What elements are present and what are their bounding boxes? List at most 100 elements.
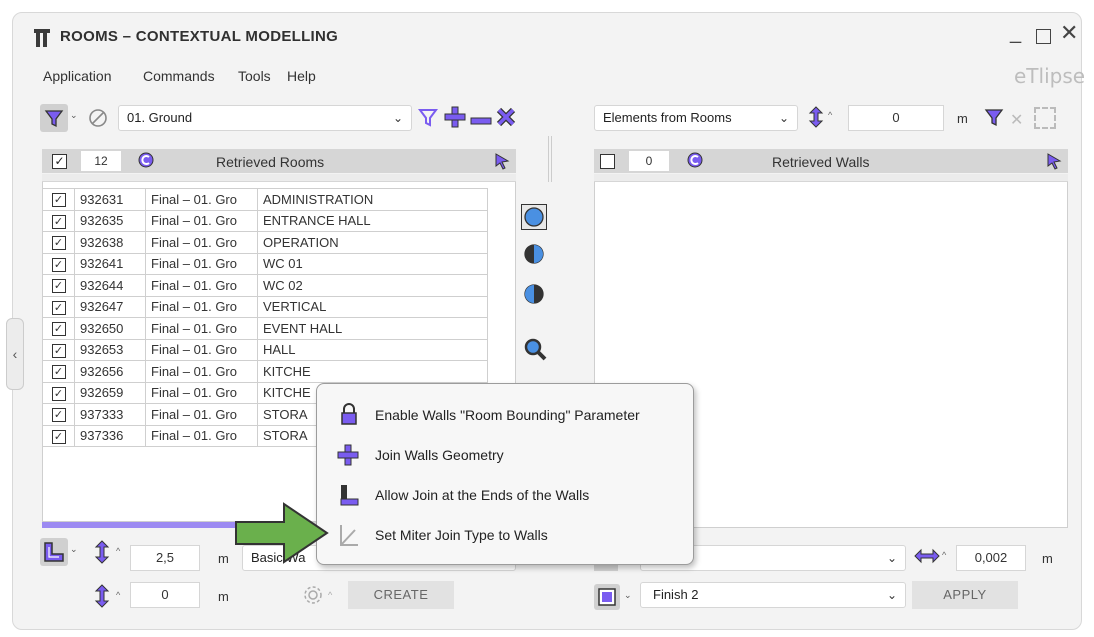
collapse-panel-handle[interactable]: ‹ xyxy=(6,318,24,390)
chevron-icon[interactable]: ^ xyxy=(328,590,332,600)
no-filter-icon[interactable] xyxy=(88,108,108,131)
context-menu: Enable Walls "Room Bounding" Parameter J… xyxy=(316,383,694,565)
row-checkbox-cell[interactable]: ✓ xyxy=(42,188,75,211)
close-icon[interactable]: ✕ xyxy=(1060,20,1078,46)
app-logo xyxy=(34,29,50,47)
room-id: 932635 xyxy=(74,209,146,232)
annotation-arrow xyxy=(234,502,330,567)
half-right-icon[interactable] xyxy=(523,283,545,308)
row-checkbox-cell[interactable]: ✓ xyxy=(42,381,75,404)
cursor-select-icon[interactable] xyxy=(1046,152,1062,173)
gear-icon[interactable] xyxy=(302,584,324,609)
minimize-icon[interactable]: _ xyxy=(1010,22,1021,45)
row-checkbox-cell[interactable]: ✓ xyxy=(42,252,75,275)
refresh-icon[interactable] xyxy=(137,151,155,172)
row-checkbox[interactable]: ✓ xyxy=(51,343,66,358)
context-item-enable-room-bounding[interactable]: Enable Walls "Room Bounding" Parameter xyxy=(375,407,640,423)
filter-button[interactable] xyxy=(40,104,68,132)
filter-icon[interactable] xyxy=(984,107,1004,132)
row-checkbox-cell[interactable]: ✓ xyxy=(42,231,75,254)
row-checkbox-cell[interactable]: ✓ xyxy=(42,317,75,340)
finish-select[interactable]: Finish 2 ⌄ xyxy=(640,582,906,608)
tolerance-field[interactable]: 0,002 xyxy=(956,545,1026,571)
row-checkbox-cell[interactable]: ✓ xyxy=(42,209,75,232)
row-checkbox[interactable]: ✓ xyxy=(51,279,66,294)
menu-application[interactable]: Application xyxy=(43,68,112,84)
spinner-icon[interactable]: ^ xyxy=(942,550,946,560)
level-select[interactable]: 01. Ground ⌄ xyxy=(118,105,412,131)
table-row[interactable]: ✓ 932656 Final – 01. Gro KITCHE xyxy=(42,360,488,383)
table-row[interactable]: ✓ 932644 Final – 01. Gro WC 02 xyxy=(42,274,488,297)
row-checkbox[interactable]: ✓ xyxy=(51,365,66,380)
row-checkbox-cell[interactable]: ✓ xyxy=(42,274,75,297)
remove-icon[interactable] xyxy=(470,113,492,128)
row-checkbox[interactable]: ✓ xyxy=(51,429,66,444)
table-row[interactable]: ✓ 932653 Final – 01. Gro HALL xyxy=(42,338,488,361)
row-checkbox[interactable]: ✓ xyxy=(51,408,66,423)
context-item-miter-join[interactable]: Set Miter Join Type to Walls xyxy=(375,527,548,543)
row-checkbox[interactable]: ✓ xyxy=(51,236,66,251)
row-checkbox[interactable]: ✓ xyxy=(51,322,66,337)
chevron-down-icon: ⌄ xyxy=(392,111,403,125)
chevron-down-icon[interactable]: ⌄ xyxy=(70,544,78,555)
row-checkbox[interactable]: ✓ xyxy=(51,257,66,272)
source-select-value: Elements from Rooms xyxy=(603,110,732,125)
zoom-icon[interactable] xyxy=(522,336,548,365)
spinner-icon[interactable]: ^ xyxy=(116,590,120,600)
select-all-rooms-checkbox[interactable]: ✓ xyxy=(52,154,67,169)
cursor-select-icon[interactable] xyxy=(494,152,510,173)
row-checkbox[interactable]: ✓ xyxy=(51,386,66,401)
table-row[interactable]: ✓ 932635 Final – 01. Gro ENTRANCE HALL xyxy=(42,209,488,232)
source-select[interactable]: Elements from Rooms ⌄ xyxy=(594,105,798,131)
rooms-count: 12 xyxy=(80,150,122,172)
height-icon xyxy=(94,540,110,567)
add-icon[interactable] xyxy=(444,106,466,131)
row-checkbox-cell[interactable]: ✓ xyxy=(42,360,75,383)
select-all-walls-checkbox[interactable] xyxy=(600,154,615,169)
spinner-icon[interactable]: ^ xyxy=(116,546,120,556)
table-row[interactable]: ✓ 932641 Final – 01. Gro WC 01 xyxy=(42,252,488,275)
row-checkbox-cell[interactable]: ✓ xyxy=(42,295,75,318)
right-offset-field[interactable]: 0 xyxy=(848,105,944,131)
menu-commands[interactable]: Commands xyxy=(143,68,215,84)
table-row[interactable]: ✓ 932631 Final – 01. Gro ADMINISTRATION xyxy=(42,188,488,211)
maximize-icon[interactable] xyxy=(1036,29,1051,44)
table-row[interactable]: ✓ 932647 Final – 01. Gro VERTICAL xyxy=(42,295,488,318)
room-name: KITCHE xyxy=(257,360,488,383)
base-offset-field[interactable]: 0 xyxy=(130,582,200,608)
clear-icon[interactable] xyxy=(496,107,516,130)
apply-button[interactable]: APPLY xyxy=(912,581,1018,609)
level-select-value: 01. Ground xyxy=(127,110,193,125)
room-phase: Final – 01. Gro xyxy=(145,274,258,297)
half-left-icon[interactable] xyxy=(523,243,545,268)
finish-button[interactable] xyxy=(594,584,620,610)
refresh-icon[interactable] xyxy=(686,151,704,172)
menu-tools[interactable]: Tools xyxy=(238,68,271,84)
row-checkbox[interactable]: ✓ xyxy=(51,300,66,315)
table-row[interactable]: ✓ 932638 Final – 01. Gro OPERATION xyxy=(42,231,488,254)
wall-height-field[interactable]: 2,5 xyxy=(130,545,200,571)
clear-icon[interactable]: ✕ xyxy=(1010,110,1023,130)
row-checkbox-cell[interactable]: ✓ xyxy=(42,403,75,426)
chevron-down-icon[interactable]: ⌄ xyxy=(624,590,632,601)
splitter[interactable] xyxy=(548,136,552,182)
chevron-down-icon[interactable]: ⌄ xyxy=(70,110,78,121)
menu-help[interactable]: Help xyxy=(287,68,316,84)
row-checkbox[interactable]: ✓ xyxy=(51,214,66,229)
filter-add-icon[interactable] xyxy=(418,107,438,132)
create-button[interactable]: CREATE xyxy=(348,581,454,609)
context-item-join-geometry[interactable]: Join Walls Geometry xyxy=(375,447,504,463)
room-phase: Final – 01. Gro xyxy=(145,188,258,211)
room-phase: Final – 01. Gro xyxy=(145,381,258,404)
room-id: 932638 xyxy=(74,231,146,254)
wall-style-button[interactable] xyxy=(40,538,68,566)
row-checkbox[interactable]: ✓ xyxy=(51,193,66,208)
row-checkbox-cell[interactable]: ✓ xyxy=(42,424,75,447)
walls-count: 0 xyxy=(628,150,670,172)
select-all-icon[interactable] xyxy=(1034,107,1056,129)
spinner-icon[interactable]: ^ xyxy=(828,110,832,120)
select-full-button[interactable] xyxy=(521,204,547,230)
context-item-allow-join-ends[interactable]: Allow Join at the Ends of the Walls xyxy=(375,487,589,503)
table-row[interactable]: ✓ 932650 Final – 01. Gro EVENT HALL xyxy=(42,317,488,340)
row-checkbox-cell[interactable]: ✓ xyxy=(42,338,75,361)
